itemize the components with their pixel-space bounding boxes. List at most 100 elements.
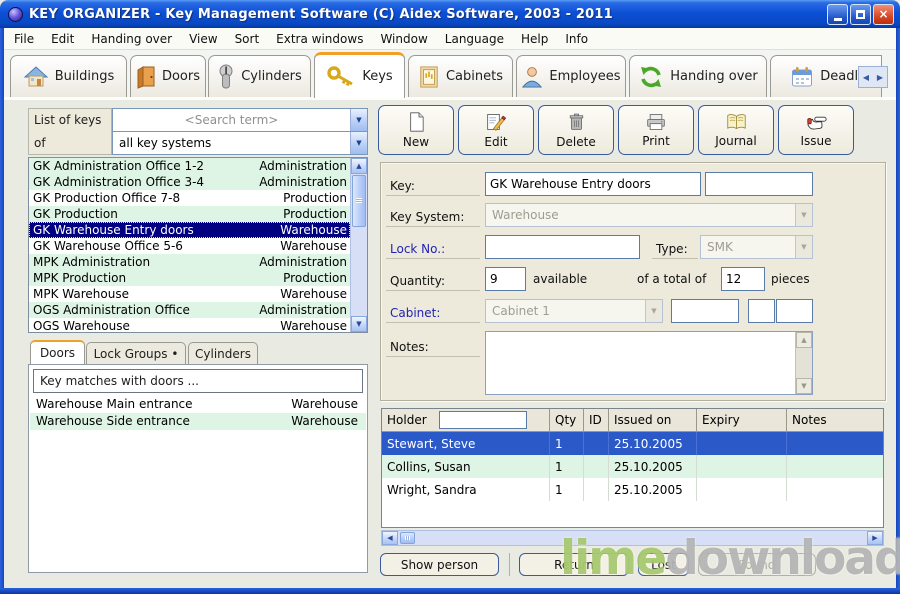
tab-keys[interactable]: Keys xyxy=(314,52,405,98)
notes-scrollbar[interactable]: ▲ ▼ xyxy=(795,332,812,394)
col-id[interactable]: ID xyxy=(584,409,609,431)
cabinet-value: Cabinet 1 xyxy=(486,300,645,322)
edit-button[interactable]: Edit xyxy=(458,105,534,155)
doors-panel: Key matches with doors ... Warehouse Mai… xyxy=(28,364,368,573)
tab-scroll-right-icon[interactable]: ▶ xyxy=(873,67,887,87)
tab-buildings[interactable]: Buildings xyxy=(10,55,127,97)
holder-table-hscrollbar[interactable]: ◀ ▶ xyxy=(381,530,884,546)
title-bar[interactable]: KEY ORGANIZER - Key Management Software … xyxy=(0,0,900,28)
key-name-input[interactable] xyxy=(485,172,701,196)
subtab-doors[interactable]: Doors xyxy=(30,340,85,364)
subtab-lock-groups[interactable]: Lock Groups • xyxy=(86,342,186,364)
maximize-button[interactable] xyxy=(850,4,871,25)
minimize-button[interactable] xyxy=(827,4,848,25)
quantity-available-input[interactable] xyxy=(485,267,526,291)
col-qty[interactable]: Qty xyxy=(550,409,584,431)
keys-list-item[interactable]: OGS WarehouseWarehouse xyxy=(29,318,350,332)
holder-table-header: Holder Qty ID Issued on Expiry Notes xyxy=(382,409,883,432)
tab-cylinders[interactable]: Cylinders xyxy=(208,55,311,97)
of-label: of xyxy=(28,131,112,155)
holder-row[interactable]: Collins, Susan 1 25.10.2005 xyxy=(382,455,883,478)
keys-list-scrollbar[interactable]: ▲ ▼ xyxy=(350,158,367,332)
keys-list-item[interactable]: MPK AdministrationAdministration xyxy=(29,254,350,270)
notes-scroll-down-icon[interactable]: ▼ xyxy=(796,378,812,394)
notes-label: Notes: xyxy=(386,331,480,357)
key-system-filter-combo[interactable]: all key systems ▼ xyxy=(112,131,368,155)
search-term-combo[interactable]: <Search term> ▼ xyxy=(112,108,368,132)
window-border-left xyxy=(0,28,4,594)
col-expiry[interactable]: Expiry xyxy=(697,409,787,431)
tab-doors[interactable]: Doors xyxy=(130,55,206,97)
print-icon xyxy=(646,113,666,131)
return-button[interactable]: Return xyxy=(519,553,629,576)
quantity-total-input[interactable] xyxy=(721,267,765,291)
search-dropdown-arrow-icon[interactable]: ▼ xyxy=(350,109,367,131)
lost-button[interactable]: Lost xyxy=(638,553,689,576)
tab-handing-over[interactable]: Handing over xyxy=(629,55,767,97)
menu-bar: File Edit Handing over View Sort Extra w… xyxy=(4,28,896,50)
new-button[interactable]: New xyxy=(378,105,454,155)
system-dropdown-arrow-icon[interactable]: ▼ xyxy=(350,132,367,154)
print-button[interactable]: Print xyxy=(618,105,694,155)
tab-scroll-left-icon[interactable]: ◀ xyxy=(859,67,873,87)
menu-sort[interactable]: Sort xyxy=(235,32,260,46)
keys-list-item-selected[interactable]: GK Warehouse Entry doorsWarehouse xyxy=(29,222,350,238)
menu-file[interactable]: File xyxy=(14,32,34,46)
tab-cabinets[interactable]: Cabinets xyxy=(408,55,513,97)
scroll-up-icon[interactable]: ▲ xyxy=(351,158,367,174)
scroll-right-icon[interactable]: ▶ xyxy=(867,531,883,545)
cabinet-link-label[interactable]: Cabinet: xyxy=(386,299,480,323)
key-name2-input[interactable] xyxy=(705,172,813,196)
journal-button[interactable]: Journal xyxy=(698,105,774,155)
cabinet-field-1[interactable] xyxy=(671,299,739,323)
keys-list-item[interactable]: MPK WarehouseWarehouse xyxy=(29,286,350,302)
found-button[interactable]: Found xyxy=(698,553,816,576)
keys-list-item[interactable]: GK ProductionProduction xyxy=(29,206,350,222)
holder-row-selected[interactable]: Stewart, Steve 1 25.10.2005 xyxy=(382,432,883,455)
menu-info[interactable]: Info xyxy=(565,32,588,46)
keys-list-item[interactable]: GK Administration Office 3-4Administrati… xyxy=(29,174,350,190)
menu-extra-windows[interactable]: Extra windows xyxy=(276,32,363,46)
menu-edit[interactable]: Edit xyxy=(51,32,74,46)
keys-list-item[interactable]: GK Warehouse Office 5-6Warehouse xyxy=(29,238,350,254)
lock-no-input[interactable] xyxy=(485,235,640,259)
keys-list-item[interactable]: GK Production Office 7-8Production xyxy=(29,190,350,206)
keys-list-item[interactable]: MPK ProductionProduction xyxy=(29,270,350,286)
cabinet-field-3[interactable] xyxy=(776,299,813,323)
key-system-filter-value: all key systems xyxy=(113,132,350,154)
notes-textarea[interactable]: ▲ ▼ xyxy=(485,331,813,395)
type-label: Type: xyxy=(652,235,698,259)
cabinet-field-2[interactable] xyxy=(748,299,775,323)
door-list-item[interactable]: Warehouse Main entranceWarehouse xyxy=(30,396,366,413)
scrollbar-thumb[interactable] xyxy=(352,175,366,227)
tab-employees[interactable]: Employees xyxy=(516,55,626,97)
lock-no-link-label[interactable]: Lock No.: xyxy=(386,235,480,259)
notes-scroll-up-icon[interactable]: ▲ xyxy=(796,332,812,348)
show-person-button[interactable]: Show person xyxy=(380,553,499,576)
subtab-cylinders[interactable]: Cylinders xyxy=(188,342,258,364)
deadlines-icon xyxy=(790,65,814,89)
keys-list-item[interactable]: OGS Administration OfficeAdministration xyxy=(29,302,350,318)
close-button[interactable]: × xyxy=(873,4,894,25)
holder-filter-input[interactable] xyxy=(439,411,527,429)
menu-handing-over[interactable]: Handing over xyxy=(91,32,172,46)
keys-list: GK Administration Office 1-2Administrati… xyxy=(28,157,368,333)
keys-icon xyxy=(326,66,356,88)
scroll-left-icon[interactable]: ◀ xyxy=(382,531,398,545)
menu-view[interactable]: View xyxy=(189,32,217,46)
col-notes[interactable]: Notes xyxy=(787,409,883,431)
button-divider xyxy=(509,553,510,576)
issue-button[interactable]: Issue xyxy=(778,105,854,155)
hscrollbar-thumb[interactable] xyxy=(400,532,415,544)
menu-help[interactable]: Help xyxy=(521,32,548,46)
scroll-down-icon[interactable]: ▼ xyxy=(351,316,367,332)
door-list-item[interactable]: Warehouse Side entranceWarehouse xyxy=(30,413,366,430)
col-issued-on[interactable]: Issued on xyxy=(609,409,697,431)
menu-language[interactable]: Language xyxy=(445,32,504,46)
menu-window[interactable]: Window xyxy=(380,32,427,46)
key-system-arrow-icon: ▼ xyxy=(795,204,812,226)
keys-list-item[interactable]: GK Administration Office 1-2Administrati… xyxy=(29,158,350,174)
window-title: KEY ORGANIZER - Key Management Software … xyxy=(29,7,613,22)
delete-button[interactable]: Delete xyxy=(538,105,614,155)
holder-row[interactable]: Wright, Sandra 1 25.10.2005 xyxy=(382,478,883,501)
